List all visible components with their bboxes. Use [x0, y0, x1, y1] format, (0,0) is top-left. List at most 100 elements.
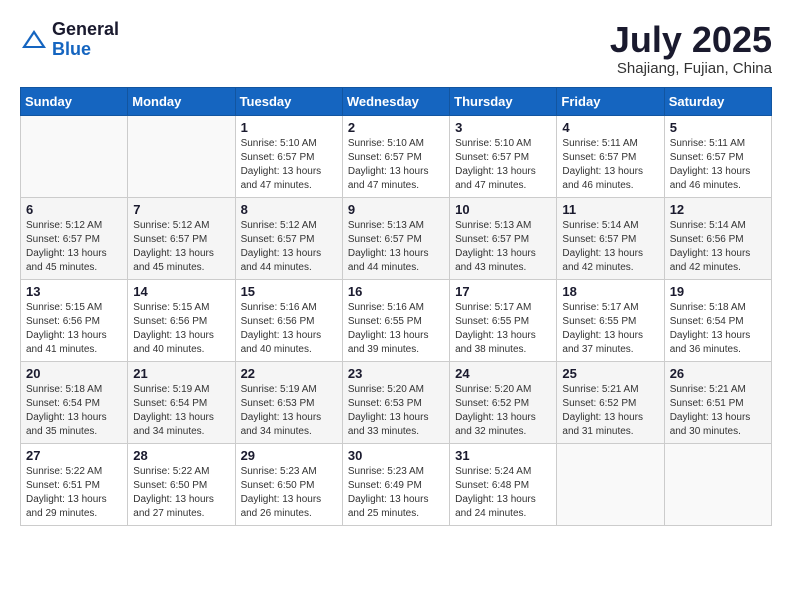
day-number: 6 — [26, 202, 122, 217]
day-info: Sunrise: 5:18 AM Sunset: 6:54 PM Dayligh… — [670, 301, 766, 357]
calendar-cell: 6 Sunrise: 5:12 AM Sunset: 6:57 PM Daylig… — [21, 197, 128, 279]
day-number: 4 — [562, 120, 658, 135]
calendar-cell: 17 Sunrise: 5:17 AM Sunset: 6:55 PM Dayli… — [450, 279, 557, 361]
weekday-header-row: SundayMondayTuesdayWednesdayThursdayFrid… — [21, 87, 772, 115]
weekday-header: Monday — [128, 87, 235, 115]
logo-text: General Blue — [52, 20, 119, 60]
day-number: 29 — [241, 448, 337, 463]
day-number: 14 — [133, 284, 229, 299]
calendar-week-row: 1 Sunrise: 5:10 AM Sunset: 6:57 PM Daylig… — [21, 115, 772, 197]
calendar-cell: 1 Sunrise: 5:10 AM Sunset: 6:57 PM Daylig… — [235, 115, 342, 197]
calendar-cell: 23Sunrise: 5:20 AM Sunset: 6:53 PM Dayli… — [342, 361, 449, 443]
day-info: Sunrise: 5:22 AM Sunset: 6:50 PM Dayligh… — [133, 465, 229, 521]
day-info: Sunrise: 5:24 AM Sunset: 6:48 PM Dayligh… — [455, 465, 551, 521]
day-number: 26 — [670, 366, 766, 381]
day-number: 13 — [26, 284, 122, 299]
day-info: Sunrise: 5:11 AM Sunset: 6:57 PM Dayligh… — [670, 137, 766, 193]
day-info: Sunrise: 5:20 AM Sunset: 6:53 PM Dayligh… — [348, 383, 444, 439]
calendar-cell: 9 Sunrise: 5:13 AM Sunset: 6:57 PM Daylig… — [342, 197, 449, 279]
day-number: 7 — [133, 202, 229, 217]
logo-blue: Blue — [52, 40, 119, 60]
day-number: 22 — [241, 366, 337, 381]
weekday-header: Friday — [557, 87, 664, 115]
day-number: 30 — [348, 448, 444, 463]
day-number: 21 — [133, 366, 229, 381]
weekday-header: Tuesday — [235, 87, 342, 115]
calendar-cell: 12 Sunrise: 5:14 AM Sunset: 6:56 PM Dayli… — [664, 197, 771, 279]
day-number: 15 — [241, 284, 337, 299]
calendar-cell: 28 Sunrise: 5:22 AM Sunset: 6:50 PM Dayli… — [128, 443, 235, 525]
calendar-cell: 3 Sunrise: 5:10 AM Sunset: 6:57 PM Daylig… — [450, 115, 557, 197]
day-info: Sunrise: 5:17 AM Sunset: 6:55 PM Dayligh… — [455, 301, 551, 357]
calendar-cell: 8 Sunrise: 5:12 AM Sunset: 6:57 PM Daylig… — [235, 197, 342, 279]
day-info: Sunrise: 5:13 AM Sunset: 6:57 PM Dayligh… — [455, 219, 551, 275]
day-info: Sunrise: 5:17 AM Sunset: 6:55 PM Dayligh… — [562, 301, 658, 357]
calendar-week-row: 27Sunrise: 5:22 AM Sunset: 6:51 PM Dayli… — [21, 443, 772, 525]
day-number: 25 — [562, 366, 658, 381]
page-header: General Blue July 2025 Shajiang, Fujian,… — [20, 20, 772, 77]
day-info: Sunrise: 5:22 AM Sunset: 6:51 PM Dayligh… — [26, 465, 122, 521]
calendar-week-row: 20Sunrise: 5:18 AM Sunset: 6:54 PM Dayli… — [21, 361, 772, 443]
calendar-cell: 2Sunrise: 5:10 AM Sunset: 6:57 PM Daylig… — [342, 115, 449, 197]
day-number: 3 — [455, 120, 551, 135]
day-info: Sunrise: 5:12 AM Sunset: 6:57 PM Dayligh… — [133, 219, 229, 275]
day-info: Sunrise: 5:21 AM Sunset: 6:51 PM Dayligh… — [670, 383, 766, 439]
day-number: 12 — [670, 202, 766, 217]
weekday-header: Sunday — [21, 87, 128, 115]
location: Shajiang, Fujian, China — [610, 60, 772, 77]
calendar-cell: 24 Sunrise: 5:20 AM Sunset: 6:52 PM Dayli… — [450, 361, 557, 443]
calendar-cell — [557, 443, 664, 525]
day-info: Sunrise: 5:16 AM Sunset: 6:56 PM Dayligh… — [241, 301, 337, 357]
day-info: Sunrise: 5:12 AM Sunset: 6:57 PM Dayligh… — [26, 219, 122, 275]
calendar-cell: 20Sunrise: 5:18 AM Sunset: 6:54 PM Dayli… — [21, 361, 128, 443]
day-info: Sunrise: 5:10 AM Sunset: 6:57 PM Dayligh… — [348, 137, 444, 193]
calendar-cell: 10 Sunrise: 5:13 AM Sunset: 6:57 PM Dayli… — [450, 197, 557, 279]
day-number: 9 — [348, 202, 444, 217]
day-number: 11 — [562, 202, 658, 217]
day-info: Sunrise: 5:14 AM Sunset: 6:56 PM Dayligh… — [670, 219, 766, 275]
day-info: Sunrise: 5:23 AM Sunset: 6:49 PM Dayligh… — [348, 465, 444, 521]
day-number: 1 — [241, 120, 337, 135]
weekday-header: Wednesday — [342, 87, 449, 115]
day-number: 8 — [241, 202, 337, 217]
calendar-cell — [21, 115, 128, 197]
day-number: 28 — [133, 448, 229, 463]
day-number: 24 — [455, 366, 551, 381]
calendar-week-row: 6 Sunrise: 5:12 AM Sunset: 6:57 PM Daylig… — [21, 197, 772, 279]
day-number: 16 — [348, 284, 444, 299]
calendar-cell: 29Sunrise: 5:23 AM Sunset: 6:50 PM Dayli… — [235, 443, 342, 525]
weekday-header: Saturday — [664, 87, 771, 115]
calendar-cell: 5Sunrise: 5:11 AM Sunset: 6:57 PM Daylig… — [664, 115, 771, 197]
day-number: 17 — [455, 284, 551, 299]
day-info: Sunrise: 5:13 AM Sunset: 6:57 PM Dayligh… — [348, 219, 444, 275]
calendar-cell: 27Sunrise: 5:22 AM Sunset: 6:51 PM Dayli… — [21, 443, 128, 525]
calendar-cell: 13 Sunrise: 5:15 AM Sunset: 6:56 PM Dayli… — [21, 279, 128, 361]
calendar-cell — [128, 115, 235, 197]
day-info: Sunrise: 5:11 AM Sunset: 6:57 PM Dayligh… — [562, 137, 658, 193]
calendar-cell: 4 Sunrise: 5:11 AM Sunset: 6:57 PM Daylig… — [557, 115, 664, 197]
title-block: July 2025 Shajiang, Fujian, China — [610, 20, 772, 77]
day-info: Sunrise: 5:21 AM Sunset: 6:52 PM Dayligh… — [562, 383, 658, 439]
calendar-cell: 18Sunrise: 5:17 AM Sunset: 6:55 PM Dayli… — [557, 279, 664, 361]
day-info: Sunrise: 5:12 AM Sunset: 6:57 PM Dayligh… — [241, 219, 337, 275]
calendar-cell: 14 Sunrise: 5:15 AM Sunset: 6:56 PM Dayli… — [128, 279, 235, 361]
logo-general: General — [52, 20, 119, 40]
day-number: 31 — [455, 448, 551, 463]
day-info: Sunrise: 5:15 AM Sunset: 6:56 PM Dayligh… — [133, 301, 229, 357]
calendar-cell: 31 Sunrise: 5:24 AM Sunset: 6:48 PM Dayli… — [450, 443, 557, 525]
weekday-header: Thursday — [450, 87, 557, 115]
calendar-cell: 30 Sunrise: 5:23 AM Sunset: 6:49 PM Dayli… — [342, 443, 449, 525]
calendar-cell: 15 Sunrise: 5:16 AM Sunset: 6:56 PM Dayli… — [235, 279, 342, 361]
day-info: Sunrise: 5:16 AM Sunset: 6:55 PM Dayligh… — [348, 301, 444, 357]
day-info: Sunrise: 5:14 AM Sunset: 6:57 PM Dayligh… — [562, 219, 658, 275]
calendar: SundayMondayTuesdayWednesdayThursdayFrid… — [20, 87, 772, 526]
day-number: 10 — [455, 202, 551, 217]
day-info: Sunrise: 5:10 AM Sunset: 6:57 PM Dayligh… — [455, 137, 551, 193]
day-info: Sunrise: 5:20 AM Sunset: 6:52 PM Dayligh… — [455, 383, 551, 439]
calendar-cell: 7 Sunrise: 5:12 AM Sunset: 6:57 PM Daylig… — [128, 197, 235, 279]
calendar-cell: 16 Sunrise: 5:16 AM Sunset: 6:55 PM Dayli… — [342, 279, 449, 361]
day-info: Sunrise: 5:15 AM Sunset: 6:56 PM Dayligh… — [26, 301, 122, 357]
calendar-cell — [664, 443, 771, 525]
logo: General Blue — [20, 20, 119, 60]
day-info: Sunrise: 5:10 AM Sunset: 6:57 PM Dayligh… — [241, 137, 337, 193]
